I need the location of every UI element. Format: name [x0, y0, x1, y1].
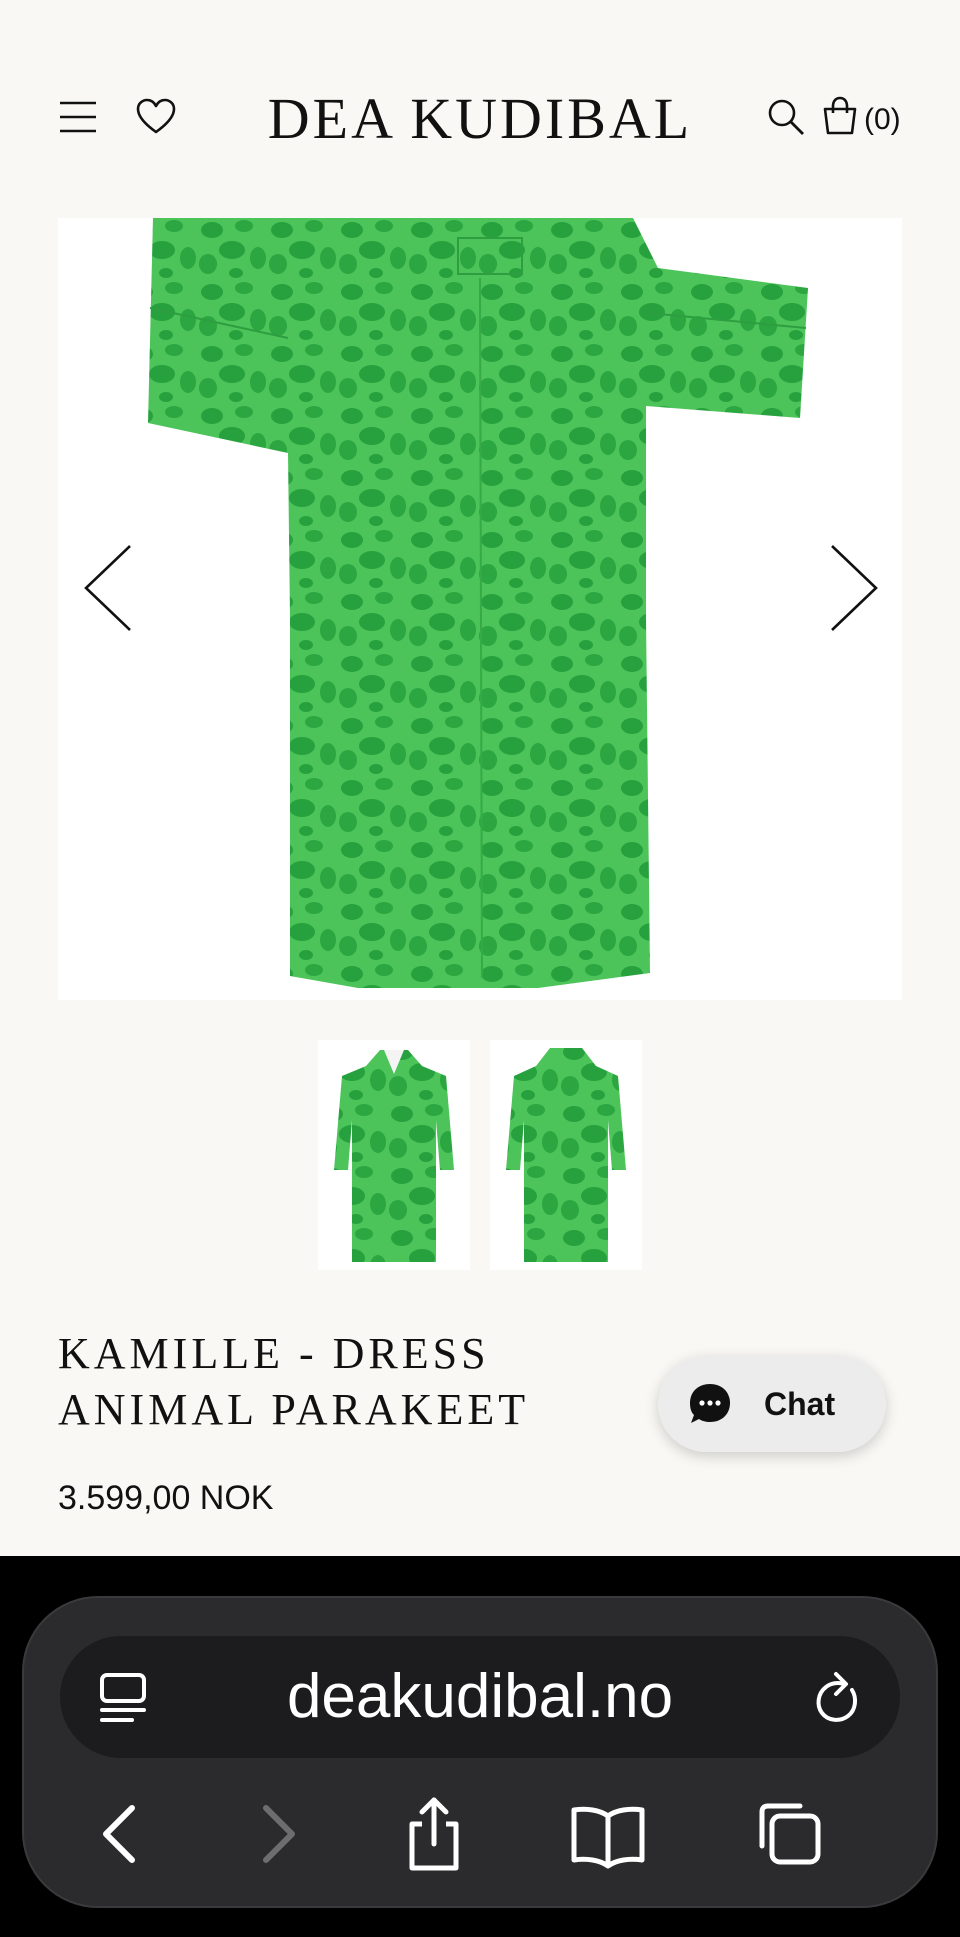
dress-back-thumbnail[interactable] — [490, 1040, 642, 1270]
tabs-icon[interactable] — [748, 1794, 828, 1874]
back-icon[interactable] — [82, 1794, 162, 1874]
product-price: 3.599,00 NOK — [58, 1479, 274, 1517]
address-bar[interactable]: deakudibal.no — [60, 1636, 900, 1758]
url-text[interactable]: deakudibal.no — [210, 1636, 750, 1758]
browser-chrome: deakudibal.no — [0, 1556, 960, 1937]
next-image-arrow-icon[interactable] — [822, 538, 882, 638]
tabs-list-icon[interactable] — [98, 1672, 148, 1724]
heart-icon[interactable] — [136, 98, 176, 136]
brand-logo[interactable]: DEA KUDIBAL — [230, 84, 730, 154]
previous-image-arrow-icon[interactable] — [80, 538, 140, 638]
cart-count[interactable]: (0) — [864, 100, 901, 140]
product-title: KAMILLE - DRESS ANIMAL PARAKEET — [58, 1326, 658, 1438]
chat-button[interactable]: Chat — [658, 1356, 886, 1452]
bag-icon[interactable] — [820, 96, 860, 136]
chat-label: Chat — [764, 1386, 836, 1422]
dress-front-thumbnail[interactable] — [318, 1040, 470, 1270]
browser-toolbar: deakudibal.no — [22, 1596, 938, 1908]
site-header: DEA KUDIBAL (0) — [0, 0, 960, 218]
thumbnail-strip — [318, 1040, 642, 1270]
dress-image — [148, 218, 808, 988]
menu-icon[interactable] — [58, 98, 98, 136]
chat-bubble-icon — [690, 1384, 730, 1423]
reload-icon[interactable] — [812, 1668, 864, 1726]
product-title-line1: KAMILLE - DRESS — [58, 1329, 490, 1378]
share-icon[interactable] — [394, 1794, 474, 1874]
forward-icon[interactable] — [236, 1794, 316, 1874]
product-title-line2: ANIMAL PARAKEET — [58, 1385, 530, 1434]
bookmarks-icon[interactable] — [568, 1794, 648, 1874]
search-icon[interactable] — [766, 98, 806, 136]
product-image-main[interactable] — [58, 218, 902, 1000]
